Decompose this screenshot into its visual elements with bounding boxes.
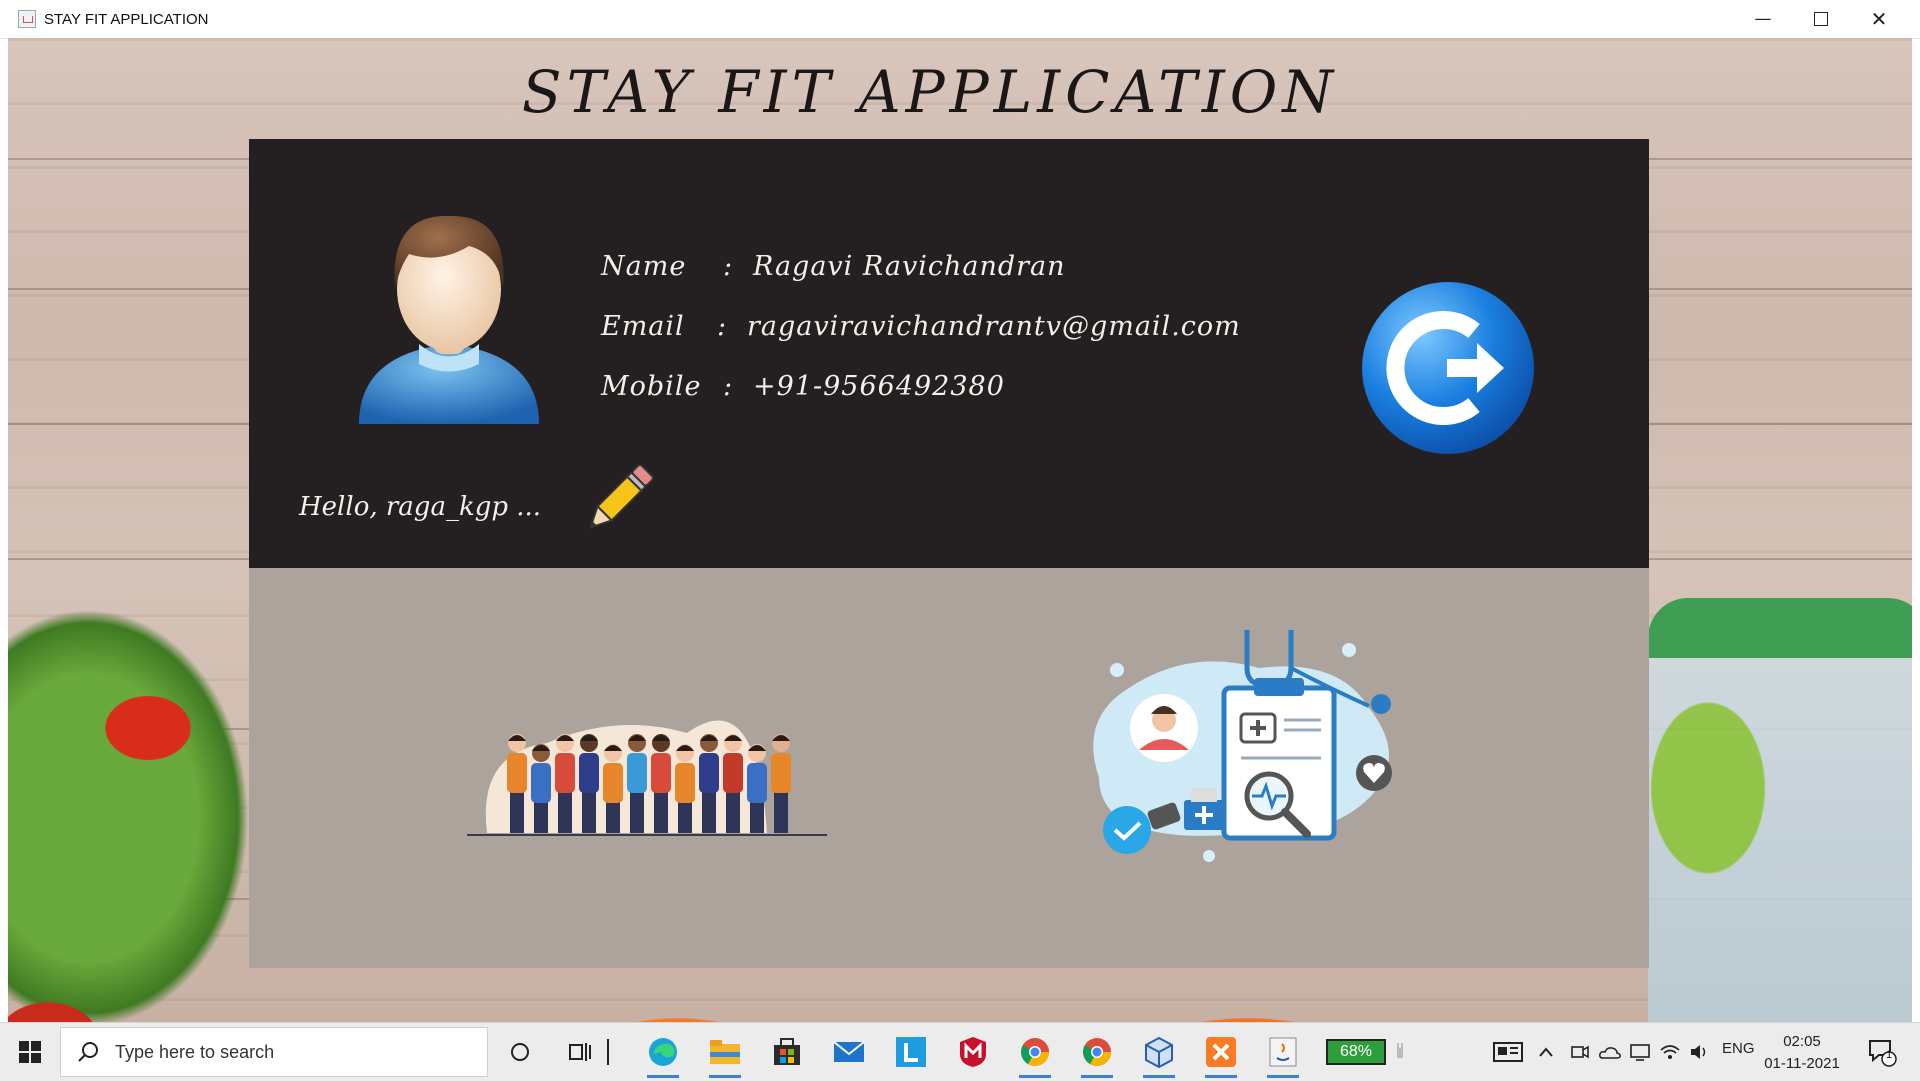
language-indicator[interactable]: ENG: [1722, 1040, 1755, 1057]
mobile-separator: :: [723, 371, 734, 402]
onedrive-icon[interactable]: [1596, 1032, 1624, 1072]
email-label: Email: [601, 311, 685, 342]
display-icon[interactable]: [1626, 1032, 1654, 1072]
profile-panel: Name : Ragavi Ravichandran Email : ragav…: [249, 139, 1649, 568]
pencil-icon[interactable]: [575, 457, 661, 543]
search-placeholder: Type here to search: [115, 1041, 275, 1062]
mobile-row: Mobile : +91-9566492380: [601, 371, 1004, 402]
taskbar-search[interactable]: Type here to search: [60, 1027, 488, 1077]
mobile-label: Mobile: [601, 371, 702, 402]
logout-button[interactable]: [1359, 279, 1537, 457]
window-title: STAY FIT APPLICATION: [44, 10, 209, 28]
carrots-decoration: [528, 978, 1528, 1022]
medical-checkup-icon[interactable]: [1069, 628, 1429, 868]
file-explorer-icon[interactable]: [705, 1032, 745, 1078]
bottle-decoration: [1648, 598, 1912, 1022]
mobile-value: +91-9566492380: [753, 371, 1005, 402]
person-figure: [747, 744, 767, 833]
minimize-button[interactable]: —: [1734, 0, 1792, 38]
clock-date: 01-11-2021: [1764, 1055, 1840, 1072]
mail-icon[interactable]: [829, 1032, 869, 1072]
email-separator: :: [717, 311, 728, 342]
email-row: Email : ragaviravichandrantv@gmail.com: [601, 311, 1240, 342]
person-figure: [675, 744, 695, 833]
chevron-up-icon[interactable]: [1532, 1032, 1560, 1072]
person-figure: [603, 744, 623, 833]
charging-plug-icon: [1388, 1032, 1412, 1072]
name-label: Name: [601, 251, 687, 282]
person-figure: [507, 734, 527, 833]
clock[interactable]: 02:05 01-11-2021: [1760, 1031, 1844, 1075]
app-heading: STAY FIT APPLICATION: [521, 58, 1339, 126]
maximize-icon: [1814, 12, 1828, 26]
name-separator: :: [723, 251, 734, 282]
people-group-icon[interactable]: [467, 673, 827, 843]
battery-indicator[interactable]: 68%: [1326, 1039, 1386, 1065]
task-view-icon[interactable]: [560, 1032, 600, 1072]
taskbar: Type here to search 68% ENG 02:05 01-11-…: [0, 1022, 1920, 1081]
chrome-profile-icon[interactable]: [1015, 1032, 1055, 1078]
person-figure: [771, 734, 791, 833]
navigation-panel: [249, 568, 1649, 968]
microsoft-store-icon[interactable]: [767, 1032, 807, 1072]
user-avatar-icon: [359, 215, 539, 424]
email-value: ragaviravichandrantv@gmail.com: [747, 311, 1241, 342]
xampp-icon[interactable]: [1201, 1032, 1241, 1078]
windows-logo-icon: [19, 1041, 41, 1063]
close-button[interactable]: ✕: [1850, 0, 1908, 38]
edge-browser-icon[interactable]: [643, 1032, 683, 1078]
start-button[interactable]: [0, 1023, 60, 1081]
taskbar-divider: [598, 1032, 618, 1072]
l-app-icon[interactable]: [891, 1032, 931, 1072]
clock-time: 02:05: [1783, 1033, 1821, 1050]
mcafee-icon[interactable]: [953, 1032, 993, 1072]
cortana-icon[interactable]: [500, 1032, 540, 1072]
notification-center-icon[interactable]: 1: [1862, 1032, 1902, 1072]
wifi-icon[interactable]: [1656, 1032, 1684, 1072]
java-icon[interactable]: [1263, 1032, 1303, 1078]
volume-icon[interactable]: [1686, 1032, 1714, 1072]
notification-count: 1: [1886, 1049, 1893, 1061]
virtualbox-icon[interactable]: [1139, 1032, 1179, 1078]
greeting-text: Hello, raga_kgp ...: [299, 492, 542, 522]
search-icon: [78, 1042, 98, 1062]
chrome-icon[interactable]: [1077, 1032, 1117, 1078]
java-app-icon: [18, 10, 36, 28]
name-value: Ragavi Ravichandran: [753, 251, 1066, 282]
lettuce-decoration: [8, 568, 278, 1022]
news-widget-icon[interactable]: [1488, 1032, 1528, 1072]
window-titlebar: STAY FIT APPLICATION — ✕: [0, 0, 1920, 39]
meet-now-icon[interactable]: [1566, 1032, 1594, 1072]
maximize-button[interactable]: [1792, 0, 1850, 38]
name-row: Name : Ragavi Ravichandran: [601, 251, 1065, 282]
person-figure: [531, 744, 551, 833]
